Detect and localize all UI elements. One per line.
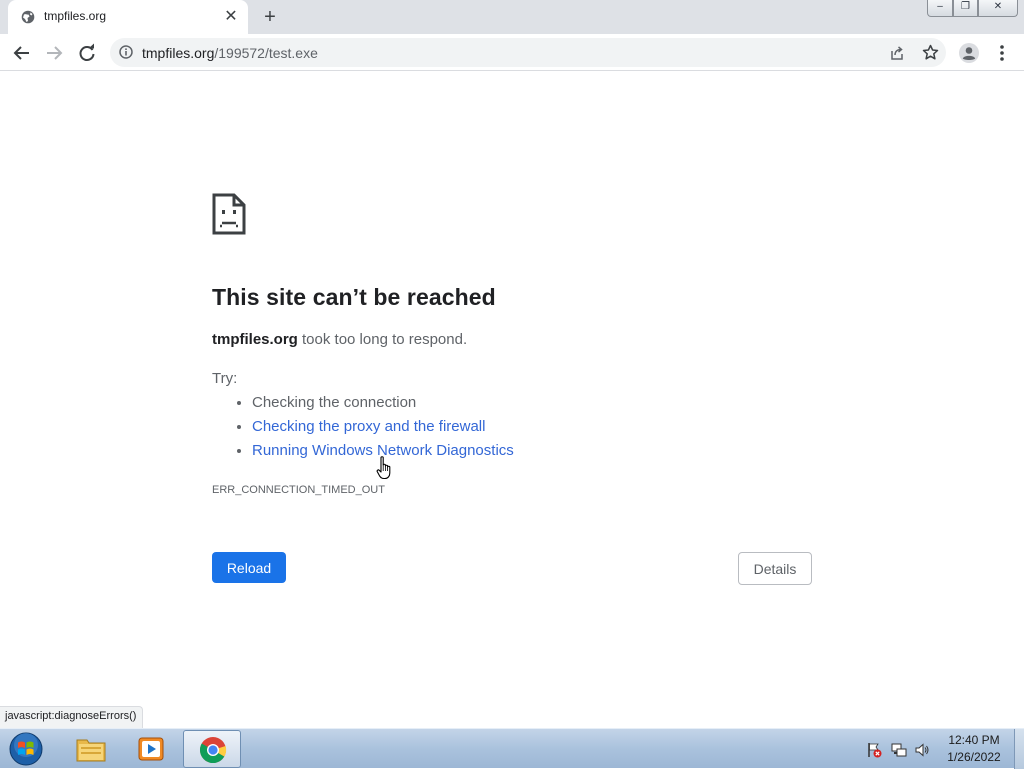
taskbar-file-explorer[interactable] [62, 730, 120, 768]
reload-button[interactable]: Reload [212, 552, 286, 583]
details-button[interactable]: Details [738, 552, 812, 585]
taskbar-chrome[interactable] [183, 730, 241, 768]
kebab-menu-icon[interactable] [991, 42, 1013, 64]
url-text: tmpfiles.org/199572/test.exe [142, 45, 318, 61]
hand-cursor-icon [376, 456, 391, 480]
new-tab-button[interactable]: + [258, 6, 282, 28]
info-icon[interactable] [119, 45, 133, 59]
error-message: took too long to respond. [297, 331, 468, 348]
close-window-button[interactable]: ✕ [978, 0, 1018, 17]
tab-close-icon[interactable]: ✕ [223, 9, 239, 25]
try-label: Try: [212, 370, 238, 387]
tab-strip: tmpfiles.org ✕ + – ❐ ✕ [0, 0, 1024, 34]
address-bar[interactable]: tmpfiles.org/199572/test.exe [110, 38, 946, 67]
volume-icon[interactable] [914, 742, 930, 758]
forward-arrow-icon[interactable] [43, 42, 65, 64]
chrome-icon [199, 737, 227, 764]
sad-page-icon [212, 193, 246, 235]
error-heading: This site can’t be reached [212, 284, 496, 311]
maximize-button[interactable]: ❐ [953, 0, 978, 17]
network-icon[interactable] [891, 742, 907, 758]
suggestion-check-connection: Checking the connection [252, 392, 514, 416]
media-player-icon [138, 737, 164, 761]
error-site: tmpfiles.org [212, 331, 298, 348]
suggestion-check-proxy: Checking the proxy and the firewall [252, 416, 514, 440]
url-path: /199572/test.exe [214, 45, 318, 61]
show-desktop-button[interactable] [1014, 729, 1024, 769]
globe-icon [21, 10, 35, 24]
taskbar [0, 728, 1024, 769]
browser-toolbar: tmpfiles.org/199572/test.exe [0, 34, 1024, 71]
taskbar-media-player[interactable] [122, 730, 180, 768]
profile-avatar-icon[interactable] [958, 42, 980, 64]
folder-icon [76, 739, 106, 762]
back-arrow-icon[interactable] [11, 42, 33, 64]
browser-tab[interactable]: tmpfiles.org ✕ [8, 0, 248, 34]
proxy-firewall-link[interactable]: Checking the proxy and the firewall [252, 418, 485, 435]
error-description: tmpfiles.org took too long to respond. [212, 331, 467, 348]
error-code: ERR_CONNECTION_TIMED_OUT [212, 484, 385, 496]
error-heading-text: This site can’t be reached [212, 284, 496, 310]
suggestions-list: Checking the connection Checking the pro… [212, 392, 514, 464]
clock-date[interactable]: 1/26/2022 [943, 750, 1005, 764]
refresh-icon[interactable] [76, 42, 98, 64]
action-center-flag-icon[interactable] [866, 742, 882, 758]
status-bar: javascript:diagnoseErrors() [0, 706, 144, 728]
suggestion-text: Checking the connection [252, 394, 417, 411]
url-host: tmpfiles.org [142, 45, 215, 61]
minimize-button[interactable]: – [927, 0, 953, 17]
clock-time[interactable]: 12:40 PM [945, 733, 1003, 747]
start-orb-icon[interactable] [4, 731, 48, 767]
tab-title: tmpfiles.org [44, 9, 107, 23]
share-icon[interactable] [889, 45, 905, 61]
bookmark-star-icon[interactable] [922, 44, 939, 61]
